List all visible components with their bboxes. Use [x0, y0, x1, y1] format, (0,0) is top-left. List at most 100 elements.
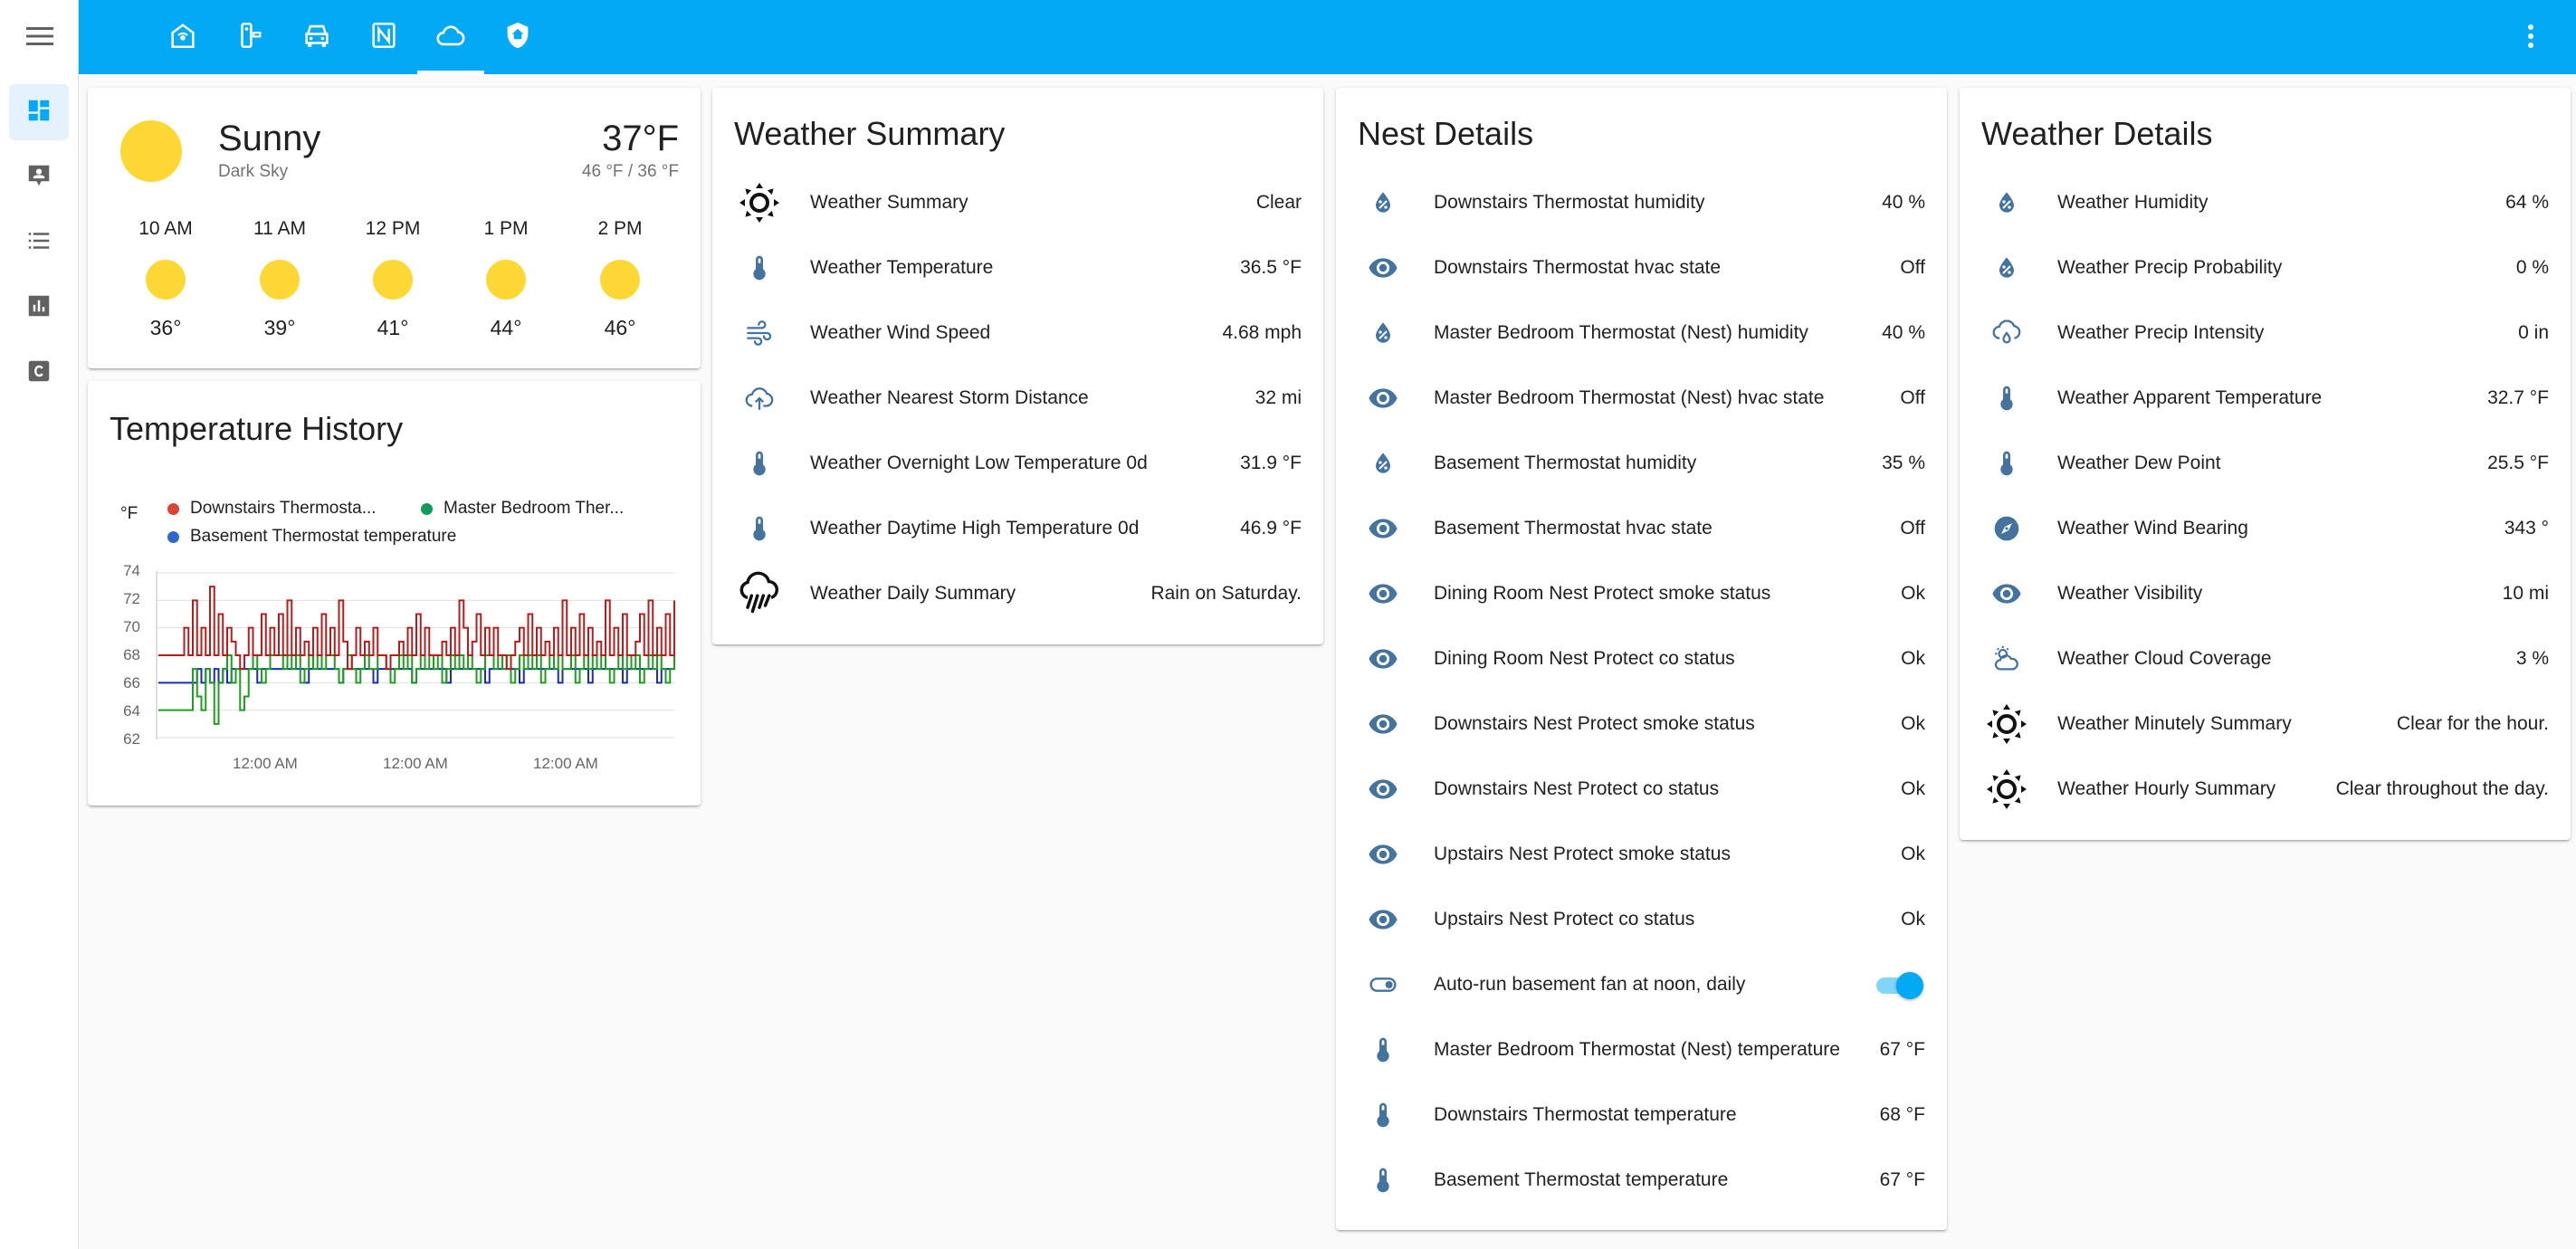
entity-row[interactable]: Downstairs Nest Protect smoke status Ok: [1358, 691, 1925, 757]
legend-item[interactable]: Basement Thermostat temperature: [167, 527, 456, 547]
entity-name: Weather Daily Summary: [810, 583, 1016, 604]
entity-row[interactable]: Weather Hourly Summary Clear throughout t…: [1981, 757, 2549, 822]
sunny-icon: [1981, 699, 2032, 749]
entity-row[interactable]: Weather Overnight Low Temperature 0d 31.9…: [734, 431, 1302, 496]
entity-row[interactable]: Upstairs Nest Protect co status Ok: [1358, 887, 1925, 952]
legend-swatch: [421, 502, 433, 515]
tab-security[interactable]: [484, 0, 551, 74]
menu-icon[interactable]: [20, 22, 60, 51]
forecast-time: 11 AM: [253, 218, 306, 239]
entity-row[interactable]: Weather Dew Point 25.5 °F: [1981, 431, 2549, 496]
entity-row[interactable]: Basement Thermostat humidity 35 %: [1358, 431, 1925, 496]
sunny-icon: [486, 260, 526, 300]
shield-home-icon: [502, 20, 533, 55]
entity-row[interactable]: Master Bedroom Thermostat (Nest) humidit…: [1358, 300, 1925, 366]
sunny-icon: [373, 260, 413, 300]
forecast-item: 10 AM 36°: [120, 218, 211, 340]
thermometer-icon: [1981, 438, 2032, 489]
entity-row[interactable]: Dining Room Nest Protect smoke status Ok: [1358, 561, 1925, 626]
weather-rainy-icon: [1981, 308, 2032, 358]
entity-row[interactable]: Weather Cloud Coverage 3 %: [1981, 626, 2549, 691]
entity-row[interactable]: Weather Daily Summary Rain on Saturday.: [734, 561, 1302, 626]
entity-row[interactable]: Basement Thermostat temperature 67 °F: [1358, 1148, 1925, 1213]
entity-row[interactable]: Weather Visibility 10 mi: [1981, 561, 2549, 626]
entity-row[interactable]: Weather Wind Bearing 343 °: [1981, 496, 2549, 561]
forecast-temp: 36°: [149, 316, 182, 339]
tab-car[interactable]: [283, 0, 350, 74]
rainy-icon: [734, 568, 785, 619]
thermometer-icon: [734, 503, 785, 554]
legend-swatch: [167, 530, 179, 543]
entity-row[interactable]: Weather Precip Probability 0 %: [1981, 235, 2549, 300]
entity-row[interactable]: Downstairs Thermostat humidity 40 %: [1358, 170, 1925, 235]
tab-remote[interactable]: [216, 0, 283, 74]
weather-forecast-card[interactable]: Sunny Dark Sky 37°F 46 °F / 36 °F 10 AM …: [88, 88, 701, 368]
entity-row[interactable]: Master Bedroom Thermostat (Nest) tempera…: [1358, 1017, 1925, 1082]
eye-icon: [1358, 634, 1408, 684]
forecast-item: 11 AM 39°: [234, 218, 325, 340]
entity-value: Off: [1900, 518, 1925, 539]
entity-row[interactable]: Master Bedroom Thermostat (Nest) hvac st…: [1358, 366, 1925, 431]
entity-row[interactable]: Downstairs Thermostat hvac state Off: [1358, 235, 1925, 300]
entity-row[interactable]: Weather Summary Clear: [734, 170, 1302, 235]
entity-name: Weather Nearest Storm Distance: [810, 387, 1089, 408]
entity-row[interactable]: Downstairs Thermostat temperature 68 °F: [1358, 1082, 1925, 1148]
entity-value: 3 %: [2515, 648, 2549, 669]
eye-icon: [1358, 894, 1408, 945]
entity-value: 36.5 °F: [1240, 257, 1302, 278]
entity-row[interactable]: Weather Precip Intensity 0 in: [1981, 300, 2549, 366]
entity-value: Off: [1900, 387, 1925, 408]
legend-label: Master Bedroom Ther...: [444, 499, 625, 518]
tab-weather[interactable]: [417, 0, 484, 74]
weather-details-card: Weather Details Weather Humidity 64 % Weat…: [1960, 88, 2571, 840]
more-options-icon[interactable]: [2513, 18, 2549, 54]
toggle-knob: [1896, 972, 1923, 999]
sidebar-item-list[interactable]: [9, 215, 69, 271]
entity-name: Weather Daytime High Temperature 0d: [810, 518, 1140, 539]
entity-name: Basement Thermostat hvac state: [1434, 518, 1713, 539]
entity-value: Ok: [1901, 713, 1925, 734]
legend-item[interactable]: Master Bedroom Ther...: [421, 499, 624, 519]
sidebar-item-history[interactable]: [9, 280, 69, 336]
card-title: Weather Details: [1981, 115, 2213, 152]
temperature-history-chart[interactable]: [149, 571, 683, 741]
entity-name: Weather Overnight Low Temperature 0d: [810, 453, 1148, 473]
entity-row[interactable]: Weather Apparent Temperature 32.7 °F: [1981, 366, 2549, 431]
compass-icon: [1981, 503, 2032, 554]
entity-row[interactable]: Weather Nearest Storm Distance 32 mi: [734, 366, 1302, 431]
sidebar-item-logbook[interactable]: [9, 149, 69, 205]
entity-name: Downstairs Thermostat humidity: [1434, 192, 1705, 213]
entity-row[interactable]: Weather Minutely Summary Clear for the ho…: [1981, 691, 2549, 757]
entity-row[interactable]: Upstairs Nest Protect smoke status Ok: [1358, 822, 1925, 887]
entity-row[interactable]: Weather Temperature 36.5 °F: [734, 235, 1302, 300]
fan-toggle-switch[interactable]: [1875, 968, 1925, 1001]
entity-value: 4.68 mph: [1222, 322, 1302, 343]
entity-name: Weather Dew Point: [2057, 453, 2221, 473]
entity-value: 0 in: [2518, 322, 2549, 343]
sidebar-item-c[interactable]: [9, 345, 69, 401]
entity-value: 40 %: [1882, 192, 1925, 213]
entity-row[interactable]: Weather Humidity 64 %: [1981, 170, 2549, 235]
entity-row[interactable]: Weather Wind Speed 4.68 mph: [734, 300, 1302, 366]
entity-row[interactable]: Downstairs Nest Protect co status Ok: [1358, 757, 1925, 822]
thermometer-icon: [1358, 1025, 1408, 1075]
tab-home[interactable]: [149, 0, 216, 74]
cloud-upload-icon: [734, 373, 785, 424]
entity-row[interactable]: Basement Thermostat hvac state Off: [1358, 496, 1925, 561]
sidebar-item-overview[interactable]: [9, 84, 69, 140]
legend-label: Downstairs Thermosta...: [190, 499, 377, 518]
entity-value: 46.9 °F: [1240, 518, 1302, 539]
entity-name: Downstairs Thermostat hvac state: [1434, 257, 1722, 278]
entity-row[interactable]: Weather Daytime High Temperature 0d 46.9 …: [734, 496, 1302, 561]
eye-icon: [1358, 373, 1408, 424]
entity-value: 343 °: [2504, 518, 2549, 539]
entity-name: Weather Cloud Coverage: [2057, 648, 2272, 669]
entity-row[interactable]: Dining Room Nest Protect co status Ok: [1358, 626, 1925, 691]
account-box-icon: [25, 162, 52, 194]
tab-nfc[interactable]: [350, 0, 417, 74]
entity-name: Master Bedroom Thermostat (Nest) humidit…: [1434, 322, 1808, 343]
thermometer-icon: [734, 438, 785, 489]
entity-row[interactable]: Auto-run basement fan at noon, daily: [1358, 952, 1925, 1017]
entity-value: 40 %: [1882, 322, 1925, 343]
legend-item[interactable]: Downstairs Thermosta...: [167, 499, 377, 519]
